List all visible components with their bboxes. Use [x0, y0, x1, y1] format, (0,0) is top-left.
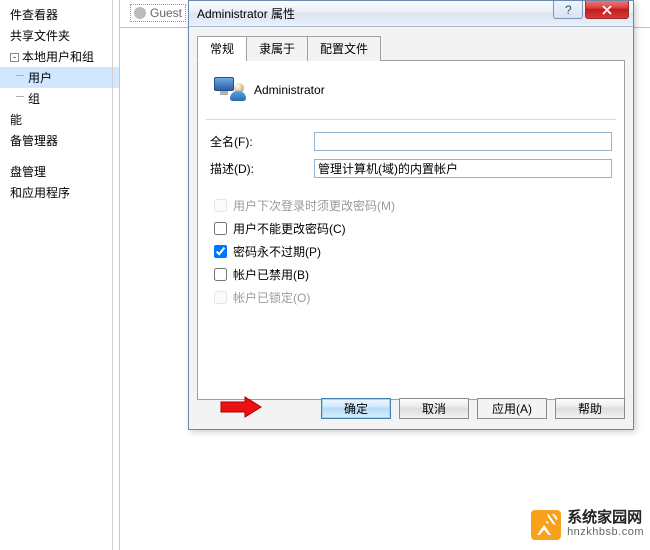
watermark-text: 系统家园网 hnzkhbsb.com: [567, 511, 644, 539]
watermark-name: 系统家园网: [567, 511, 644, 525]
tree-item-device-manager[interactable]: 备管理器: [0, 130, 119, 151]
watermark: 系统家园网 hnzkhbsb.com: [531, 510, 644, 540]
nav-tree: 件查看器 共享文件夹 -本地用户和组 用户 组 能 备管理器 盘管理 和应用程序: [0, 0, 120, 550]
cancel-button[interactable]: 取消: [399, 398, 469, 419]
input-description[interactable]: [314, 159, 612, 178]
collapse-icon[interactable]: -: [10, 53, 19, 62]
svg-text:?: ?: [565, 4, 572, 16]
tab-page-general: Administrator 全名(F): 描述(D): 用户下次登录时须更改密码…: [197, 60, 625, 400]
checkbox-cannot-change-password[interactable]: [214, 222, 227, 235]
tree-item-performance[interactable]: 能: [0, 109, 119, 130]
tab-strip: 常规 隶属于 配置文件: [197, 36, 625, 61]
tree-item-label: 本地用户和组: [22, 50, 94, 64]
checkbox-change-at-next-logon: [214, 199, 227, 212]
help-button-bottom[interactable]: 帮助: [555, 398, 625, 419]
label-description: 描述(D):: [210, 160, 314, 177]
check-account-locked: 帐户已锁定(O): [210, 288, 612, 307]
user-name: Administrator: [254, 83, 325, 97]
list-item-guest[interactable]: Guest: [130, 4, 186, 22]
ok-button[interactable]: 确定: [321, 398, 391, 419]
tree-item-groups[interactable]: 组: [0, 88, 119, 109]
panel-divider: [112, 0, 113, 550]
tree-item-disk-management[interactable]: 盘管理: [0, 161, 119, 182]
check-password-never-expires[interactable]: 密码永不过期(P): [210, 242, 612, 261]
tree-item-shared-folders[interactable]: 共享文件夹: [0, 25, 119, 46]
help-icon: ?: [562, 4, 574, 16]
list-item-label: Guest: [150, 6, 182, 20]
user-header: Administrator: [214, 75, 612, 105]
check-label: 用户不能更改密码(C): [233, 220, 346, 237]
dialog-button-bar: 确定 取消 应用(A) 帮助: [197, 390, 625, 419]
checkbox-account-disabled[interactable]: [214, 268, 227, 281]
watermark-url: hnzkhbsb.com: [567, 525, 644, 539]
check-label: 密码永不过期(P): [233, 243, 321, 260]
check-account-disabled[interactable]: 帐户已禁用(B): [210, 265, 612, 284]
check-label: 用户下次登录时须更改密码(M): [233, 197, 395, 214]
tree-item-services-apps[interactable]: 和应用程序: [0, 182, 119, 203]
user-disabled-icon: [134, 7, 146, 19]
tree-item-users[interactable]: 用户: [0, 67, 119, 88]
tab-general[interactable]: 常规: [197, 36, 247, 61]
tab-container: 常规 隶属于 配置文件 Administrator 全名(F): 描述(D):: [197, 35, 625, 400]
input-full-name[interactable]: [314, 132, 612, 151]
check-change-at-next-logon: 用户下次登录时须更改密码(M): [210, 196, 612, 215]
check-cannot-change-password[interactable]: 用户不能更改密码(C): [210, 219, 612, 238]
user-account-icon: [214, 75, 244, 105]
tab-profile[interactable]: 配置文件: [307, 36, 381, 61]
apply-button[interactable]: 应用(A): [477, 398, 547, 419]
dialog-title: Administrator 属性: [197, 5, 295, 22]
row-full-name: 全名(F):: [210, 132, 612, 151]
label-full-name: 全名(F):: [210, 133, 314, 150]
watermark-logo-icon: [531, 510, 561, 540]
close-button[interactable]: [585, 1, 629, 19]
tab-member-of[interactable]: 隶属于: [246, 36, 308, 61]
check-label: 帐户已锁定(O): [233, 289, 310, 306]
tree-item-local-users-groups[interactable]: -本地用户和组: [0, 46, 119, 67]
checkbox-account-locked: [214, 291, 227, 304]
checkbox-password-never-expires[interactable]: [214, 245, 227, 258]
tree-item-event-viewer[interactable]: 件查看器: [0, 4, 119, 25]
close-icon: [601, 4, 613, 16]
dialog-titlebar[interactable]: Administrator 属性 ?: [189, 1, 633, 27]
check-label: 帐户已禁用(B): [233, 266, 309, 283]
properties-dialog: Administrator 属性 ? 常规 隶属于 配置文件 Administr…: [188, 0, 634, 430]
window-controls: ?: [551, 1, 629, 19]
row-description: 描述(D):: [210, 159, 612, 178]
help-button[interactable]: ?: [553, 1, 583, 19]
